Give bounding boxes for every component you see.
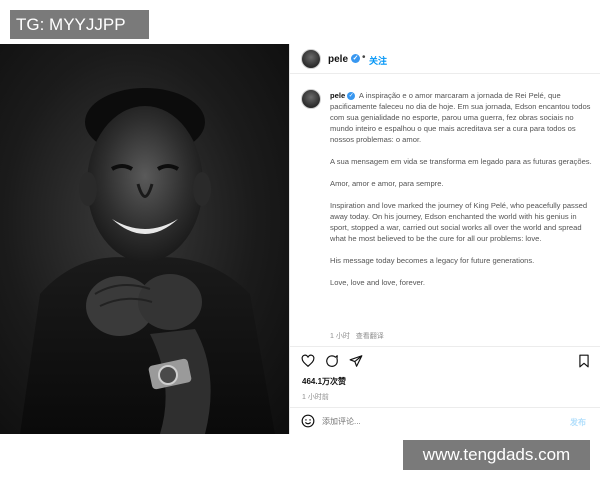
caption-paragraph-1: A inspiração e o amor marcaram a jornada… xyxy=(330,91,591,144)
bookmark-icon[interactable] xyxy=(577,354,591,368)
send-icon[interactable] xyxy=(349,354,363,368)
emoji-icon[interactable] xyxy=(301,414,315,428)
portrait-illustration xyxy=(20,88,275,434)
post-comment-button[interactable]: 发布 xyxy=(570,417,586,428)
caption-paragraph-4: Inspiration and love marked the journey … xyxy=(330,201,588,243)
follow-button[interactable]: 关注 xyxy=(369,54,387,67)
comment-input[interactable] xyxy=(322,414,552,429)
caption-paragraph-3: Amor, amor e amor, para sempre. xyxy=(330,179,444,188)
caption-paragraph-6: Love, love and love, forever. xyxy=(330,278,425,287)
comment-icon[interactable] xyxy=(325,354,339,368)
see-translation-link[interactable]: 查看翻译 xyxy=(356,333,384,340)
action-bar xyxy=(290,346,600,372)
caption-username[interactable]: pele xyxy=(330,91,345,100)
profile-avatar[interactable] xyxy=(301,49,321,69)
caption-paragraph-5: His message today becomes a legacy for f… xyxy=(330,256,535,265)
post-photo xyxy=(0,44,289,434)
post-time: 1 小时前 xyxy=(302,394,329,401)
header-username[interactable]: pele xyxy=(328,54,348,65)
caption-meta: 1 小时 查看翻译 xyxy=(330,331,388,341)
comment-bar: 发布 xyxy=(290,407,600,434)
screenshot-page: TG: MYYJJPP pele ✓ • 关注 pele ✓ A inspira… xyxy=(0,0,600,480)
caption-avatar[interactable] xyxy=(301,89,321,109)
separator-dot: • xyxy=(362,52,366,63)
caption-verified-badge-icon: ✓ xyxy=(347,92,356,100)
caption-paragraph-2: A sua mensagem em vida se transforma em … xyxy=(330,157,592,166)
watermark-bottom: www.tengdads.com xyxy=(403,440,590,470)
caption-time: 1 小时 xyxy=(330,333,350,340)
verified-badge-icon: ✓ xyxy=(351,54,360,63)
post-caption: pele ✓ A inspiração e o amor marcaram a j… xyxy=(330,90,592,288)
watermark-top: TG: MYYJJPP xyxy=(10,10,149,39)
heart-icon[interactable] xyxy=(301,354,315,368)
likes-count[interactable]: 464.1万次赞 xyxy=(302,376,346,387)
post-panel: pele ✓ • 关注 pele ✓ A inspiração e o amor … xyxy=(289,44,600,434)
post-header: pele ✓ • 关注 xyxy=(290,44,600,74)
